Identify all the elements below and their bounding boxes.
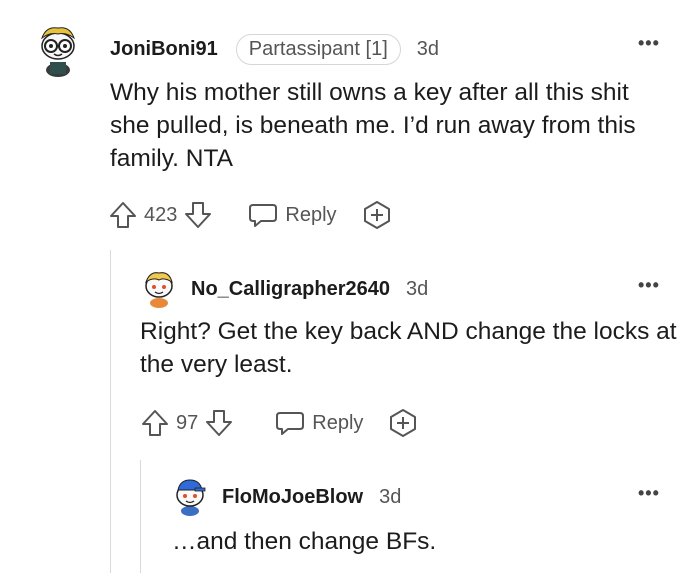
- comment-body: …and then change BFs.: [172, 528, 437, 555]
- comment-thread: JoniBoni91 Partassipant [1] 3d ••• Why h…: [0, 0, 700, 573]
- comment: FloMoJoeBlow 3d ••• …and then change BFs…: [0, 0, 700, 573]
- timestamp[interactable]: 3d: [379, 486, 401, 509]
- more-options-icon[interactable]: •••: [638, 484, 660, 502]
- avatar-snoo-blue-cap-icon[interactable]: [173, 476, 207, 521]
- username[interactable]: FloMoJoeBlow: [222, 486, 363, 509]
- comment-header: FloMoJoeBlow 3d: [222, 481, 401, 513]
